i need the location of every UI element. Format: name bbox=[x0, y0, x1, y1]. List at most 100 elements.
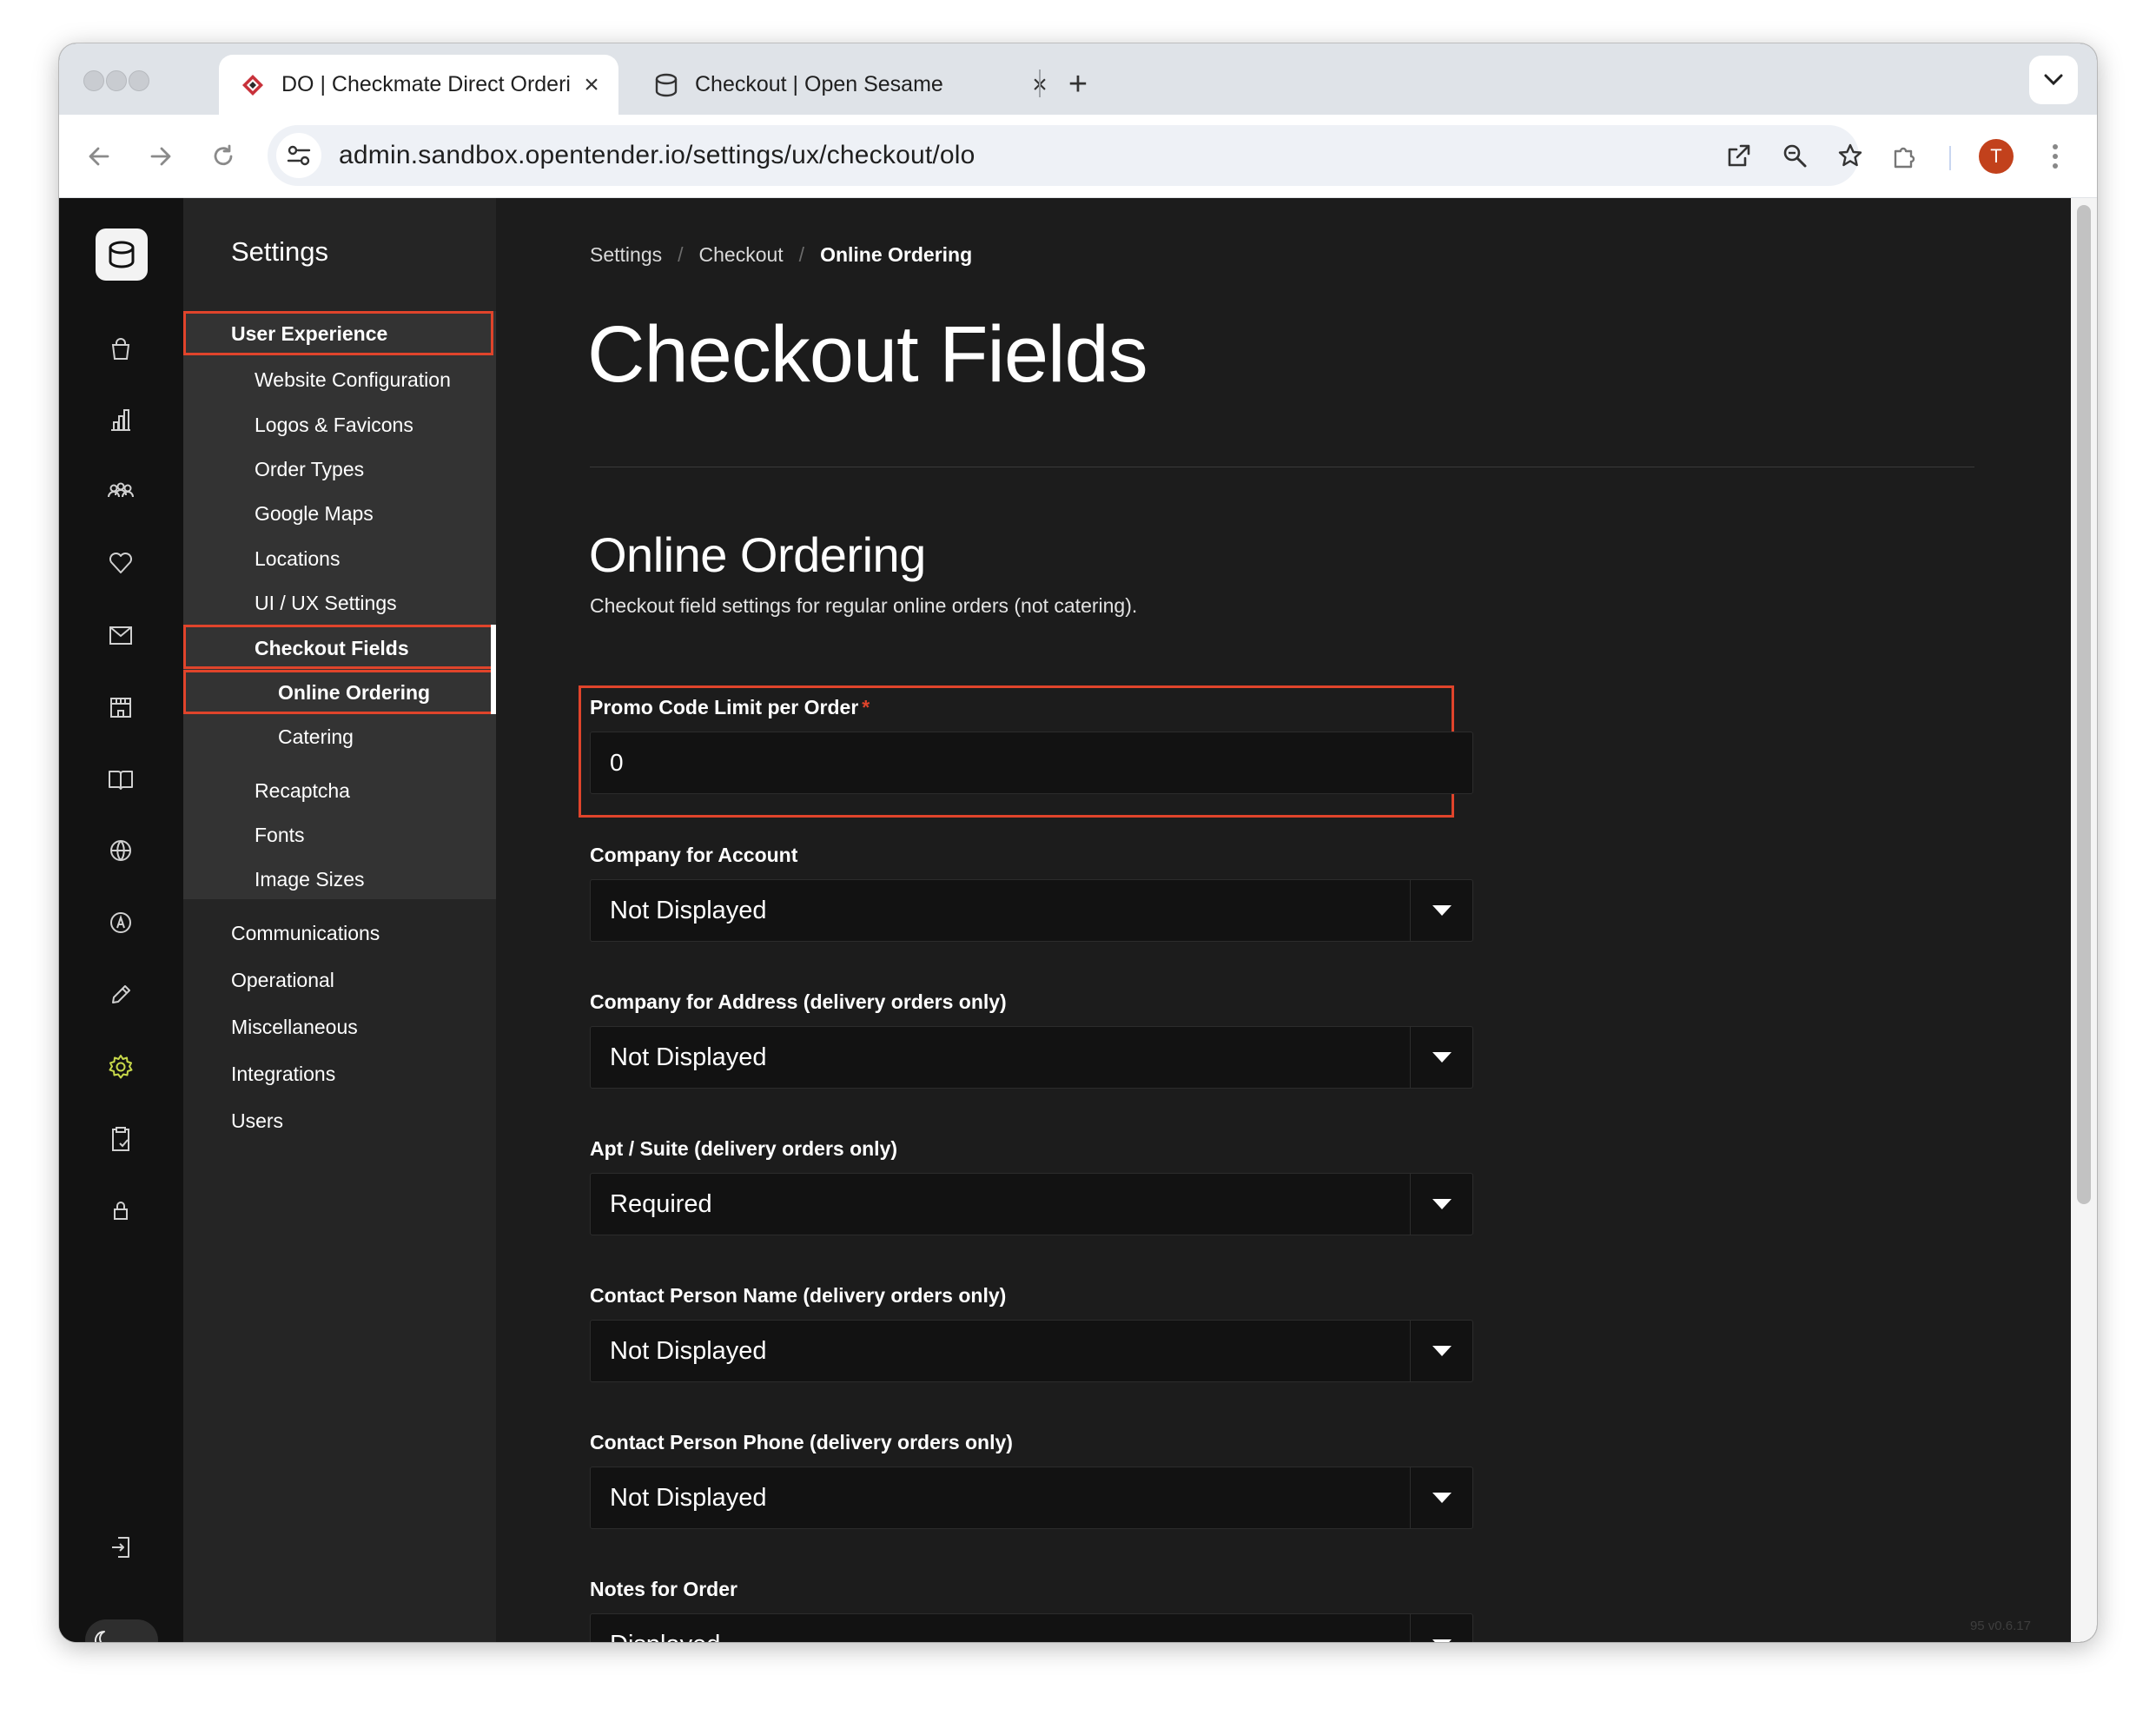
open-in-new-icon[interactable] bbox=[1716, 133, 1762, 178]
contact-phone-select[interactable]: Not Displayed bbox=[590, 1467, 1473, 1529]
order-notes-label: Notes for Order bbox=[590, 1578, 737, 1600]
caret-down-icon[interactable] bbox=[1411, 1467, 1472, 1528]
back-button[interactable] bbox=[76, 134, 122, 179]
toolbar-separator bbox=[1949, 146, 1951, 170]
settings-gear-icon[interactable] bbox=[96, 1042, 146, 1092]
scrollbar-thumb[interactable] bbox=[2077, 205, 2091, 1204]
select-value: Displayed bbox=[610, 1631, 720, 1642]
nav-order-types[interactable]: Order Types bbox=[255, 458, 364, 481]
web-globe-icon[interactable] bbox=[96, 825, 146, 876]
app-logo-icon[interactable] bbox=[96, 228, 148, 281]
address-bar[interactable]: admin.sandbox.opentender.io/settings/ux/… bbox=[268, 125, 1862, 186]
icon-rail bbox=[59, 198, 183, 1642]
profile-button[interactable]: T bbox=[1974, 134, 2019, 179]
caret-down-icon[interactable] bbox=[1411, 1614, 1472, 1642]
nav-recaptcha[interactable]: Recaptcha bbox=[255, 779, 350, 803]
contact-phone-label: Contact Person Phone (delivery orders on… bbox=[590, 1431, 1013, 1453]
caret-down-icon[interactable] bbox=[1411, 1321, 1472, 1381]
breadcrumb-current: Online Ordering bbox=[820, 243, 973, 266]
settings-nav-title: Settings bbox=[231, 236, 329, 267]
tab-close-icon[interactable]: × bbox=[577, 70, 606, 100]
breadcrumb-separator: / bbox=[798, 243, 805, 266]
apt-suite-select[interactable]: Required bbox=[590, 1173, 1473, 1235]
company-address-label: Company for Address (delivery orders onl… bbox=[590, 990, 1007, 1013]
nav-fonts[interactable]: Fonts bbox=[255, 824, 305, 847]
promo-limit-label: Promo Code Limit per Order * bbox=[590, 696, 870, 719]
zoom-icon[interactable] bbox=[1772, 133, 1817, 178]
theme-toggle[interactable] bbox=[85, 1619, 158, 1642]
chevron-down-icon bbox=[2044, 74, 2063, 86]
browser-window: DO | Checkmate Direct Orderi × Checkout … bbox=[59, 43, 2097, 1642]
tab-strip: DO | Checkmate Direct Orderi × Checkout … bbox=[59, 43, 2097, 115]
order-notes-select[interactable]: Displayed bbox=[590, 1613, 1473, 1642]
reload-button[interactable] bbox=[201, 134, 246, 179]
page-scrollbar[interactable] bbox=[2071, 198, 2097, 1642]
tab-checkmate[interactable]: DO | Checkmate Direct Orderi × bbox=[219, 55, 618, 115]
caret-down-icon[interactable] bbox=[1411, 880, 1472, 941]
stores-building-icon[interactable] bbox=[96, 682, 146, 732]
tasks-clipboard-icon[interactable] bbox=[96, 1114, 146, 1164]
caret-down-icon[interactable] bbox=[1411, 1027, 1472, 1088]
nav-locations[interactable]: Locations bbox=[255, 547, 340, 571]
loyalty-heart-icon[interactable] bbox=[96, 538, 146, 588]
browser-menu-button[interactable] bbox=[2033, 134, 2078, 179]
nav-checkout-fields[interactable]: Checkout Fields bbox=[255, 637, 409, 660]
section-title: Online Ordering bbox=[589, 527, 926, 582]
main-content: Settings / Checkout / Online Ordering Ch… bbox=[496, 198, 2071, 1642]
reload-icon bbox=[214, 144, 233, 166]
tab-search-button[interactable] bbox=[2029, 56, 2078, 104]
tab-title: DO | Checkmate Direct Orderi bbox=[281, 72, 571, 96]
forward-button[interactable] bbox=[138, 134, 183, 179]
contact-name-select[interactable]: Not Displayed bbox=[590, 1320, 1473, 1382]
company-address-select[interactable]: Not Displayed bbox=[590, 1026, 1473, 1089]
reports-chart-icon[interactable] bbox=[96, 394, 146, 445]
site-settings-icon[interactable] bbox=[276, 133, 321, 178]
content-pencil-icon[interactable] bbox=[96, 970, 146, 1020]
open-sesame-favicon-icon bbox=[651, 70, 681, 100]
nav-integrations[interactable]: Integrations bbox=[231, 1063, 335, 1086]
marketing-mail-icon[interactable] bbox=[96, 610, 146, 660]
nav-website-configuration[interactable]: Website Configuration bbox=[255, 368, 451, 392]
puzzle-icon bbox=[1894, 147, 1915, 169]
menus-book-icon[interactable] bbox=[96, 754, 146, 805]
logout-icon[interactable] bbox=[96, 1522, 146, 1573]
nav-logos-favicons[interactable]: Logos & Favicons bbox=[255, 414, 413, 437]
browser-toolbar: admin.sandbox.opentender.io/settings/ux/… bbox=[59, 115, 2097, 198]
section-subtitle: Checkout field settings for regular onli… bbox=[590, 594, 1138, 617]
customers-users-icon[interactable] bbox=[96, 467, 146, 517]
select-value: Not Displayed bbox=[610, 1337, 767, 1365]
contact-name-label: Contact Person Name (delivery orders onl… bbox=[590, 1284, 1007, 1307]
window-minimize-button[interactable] bbox=[106, 70, 127, 91]
apps-store-icon[interactable] bbox=[96, 897, 146, 948]
nav-image-sizes[interactable]: Image Sizes bbox=[255, 868, 365, 891]
nav-google-maps[interactable]: Google Maps bbox=[255, 502, 374, 526]
settings-nav: Settings User Experience Website Configu… bbox=[183, 198, 496, 1642]
window-zoom-button[interactable] bbox=[129, 70, 149, 91]
apt-suite-label: Apt / Suite (delivery orders only) bbox=[590, 1137, 898, 1160]
tab-open-sesame[interactable]: Checkout | Open Sesame × bbox=[632, 55, 1067, 115]
nav-miscellaneous[interactable]: Miscellaneous bbox=[231, 1016, 358, 1039]
new-tab-button[interactable]: + bbox=[1056, 63, 1100, 106]
select-value: Not Displayed bbox=[610, 1043, 767, 1071]
checkmate-favicon-icon bbox=[238, 70, 268, 100]
breadcrumb-separator: / bbox=[678, 243, 684, 266]
bookmark-star-icon[interactable] bbox=[1828, 133, 1873, 178]
nav-user-experience[interactable]: User Experience bbox=[231, 322, 387, 346]
kebab-menu-icon bbox=[2053, 144, 2058, 169]
nav-ui-ux-settings[interactable]: UI / UX Settings bbox=[255, 592, 397, 615]
nav-users[interactable]: Users bbox=[231, 1109, 283, 1133]
caret-down-icon[interactable] bbox=[1411, 1174, 1472, 1235]
company-account-select[interactable]: Not Displayed bbox=[590, 879, 1473, 942]
nav-catering[interactable]: Catering bbox=[278, 725, 354, 749]
breadcrumb-checkout[interactable]: Checkout bbox=[699, 243, 784, 267]
extensions-button[interactable] bbox=[1882, 134, 1927, 179]
nav-online-ordering[interactable]: Online Ordering bbox=[278, 681, 430, 705]
security-lock-icon[interactable] bbox=[96, 1185, 146, 1235]
orders-bag-icon[interactable] bbox=[96, 323, 146, 374]
breadcrumb-settings[interactable]: Settings bbox=[590, 243, 662, 267]
nav-operational[interactable]: Operational bbox=[231, 969, 334, 992]
nav-communications[interactable]: Communications bbox=[231, 922, 380, 945]
promo-limit-input[interactable] bbox=[590, 732, 1473, 794]
moon-icon bbox=[90, 1625, 122, 1642]
window-close-button[interactable] bbox=[83, 70, 104, 91]
